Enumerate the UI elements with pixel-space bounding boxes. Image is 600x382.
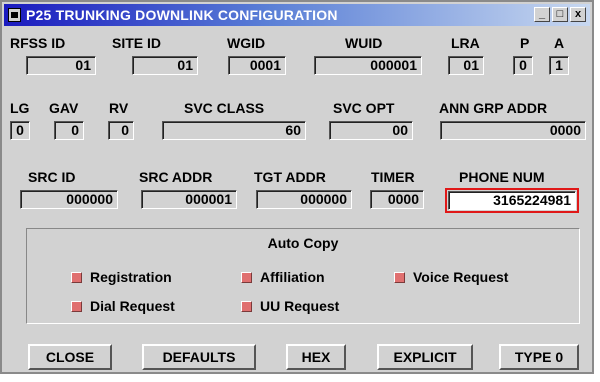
- wgid-field[interactable]: 0001: [228, 56, 286, 75]
- config-window: P25 TRUNKING DOWNLINK CONFIGURATION _ □ …: [0, 0, 594, 374]
- registration-checkbox[interactable]: Registration: [71, 269, 172, 285]
- lg-label: LG: [10, 100, 30, 116]
- wuid-label: WUID: [345, 35, 383, 51]
- affiliation-label: Affiliation: [260, 269, 325, 285]
- lra-field[interactable]: 01: [448, 56, 484, 75]
- rv-field[interactable]: 0: [108, 121, 134, 140]
- close-window-button[interactable]: x: [570, 7, 586, 22]
- svc-opt-field[interactable]: 00: [329, 121, 413, 140]
- tgt-addr-label: TGT ADDR: [254, 169, 326, 185]
- voice-request-checkbox[interactable]: Voice Request: [394, 269, 508, 285]
- uu-request-check-indicator[interactable]: [241, 300, 252, 312]
- src-addr-label: SRC ADDR: [139, 169, 213, 185]
- timer-field[interactable]: 0000: [370, 190, 424, 209]
- src-addr-field[interactable]: 000001: [141, 190, 237, 209]
- wgid-label: WGID: [227, 35, 266, 51]
- src-id-label: SRC ID: [28, 169, 76, 185]
- dial-request-label: Dial Request: [90, 298, 175, 314]
- gav-field[interactable]: 0: [54, 121, 84, 140]
- ann-grp-addr-field[interactable]: 0000: [440, 121, 586, 140]
- uu-request-label: UU Request: [260, 298, 340, 314]
- hex-button[interactable]: HEX: [286, 344, 346, 370]
- affiliation-check-indicator[interactable]: [241, 271, 252, 283]
- phone-num-label: PHONE NUM: [459, 169, 545, 185]
- title-bar[interactable]: P25 TRUNKING DOWNLINK CONFIGURATION _ □ …: [4, 4, 590, 26]
- affiliation-checkbox[interactable]: Affiliation: [241, 269, 325, 285]
- lra-label: LRA: [451, 35, 480, 51]
- svc-opt-label: SVC OPT: [333, 100, 395, 116]
- wuid-field[interactable]: 000001: [314, 56, 422, 75]
- svc-class-field[interactable]: 60: [162, 121, 306, 140]
- gav-label: GAV: [49, 100, 79, 116]
- phone-num-field[interactable]: 3165224981: [445, 188, 579, 213]
- system-menu-icon[interactable]: [8, 8, 21, 22]
- explicit-button[interactable]: EXPLICIT: [377, 344, 473, 370]
- dial-request-check-indicator[interactable]: [71, 300, 82, 312]
- registration-check-indicator[interactable]: [71, 271, 82, 283]
- timer-label: TIMER: [371, 169, 415, 185]
- uu-request-checkbox[interactable]: UU Request: [241, 298, 339, 314]
- p-label: P: [520, 35, 530, 51]
- window-title: P25 TRUNKING DOWNLINK CONFIGURATION: [26, 7, 338, 23]
- svc-class-label: SVC CLASS: [184, 100, 265, 116]
- tgt-addr-field[interactable]: 000000: [256, 190, 352, 209]
- defaults-button[interactable]: DEFAULTS: [142, 344, 256, 370]
- type0-button[interactable]: TYPE 0: [499, 344, 579, 370]
- dial-request-checkbox[interactable]: Dial Request: [71, 298, 175, 314]
- src-id-field[interactable]: 000000: [20, 190, 118, 209]
- rfss-id-field[interactable]: 01: [26, 56, 96, 75]
- ann-grp-addr-label: ANN GRP ADDR: [439, 100, 548, 116]
- auto-copy-group: Auto Copy Registration Affiliation Voice…: [26, 228, 580, 324]
- rfss-id-label: RFSS ID: [10, 35, 66, 51]
- maximize-button[interactable]: □: [552, 7, 568, 22]
- a-field[interactable]: 1: [549, 56, 569, 75]
- voice-request-label: Voice Request: [413, 269, 509, 285]
- minimize-button[interactable]: _: [534, 7, 550, 22]
- p-field[interactable]: 0: [513, 56, 533, 75]
- lg-field[interactable]: 0: [10, 121, 30, 140]
- auto-copy-title: Auto Copy: [267, 235, 339, 251]
- a-label: A: [554, 35, 565, 51]
- site-id-field[interactable]: 01: [132, 56, 198, 75]
- site-id-label: SITE ID: [112, 35, 162, 51]
- registration-label: Registration: [90, 269, 172, 285]
- rv-label: RV: [109, 100, 129, 116]
- voice-request-check-indicator[interactable]: [394, 271, 405, 283]
- close-button[interactable]: CLOSE: [28, 344, 112, 370]
